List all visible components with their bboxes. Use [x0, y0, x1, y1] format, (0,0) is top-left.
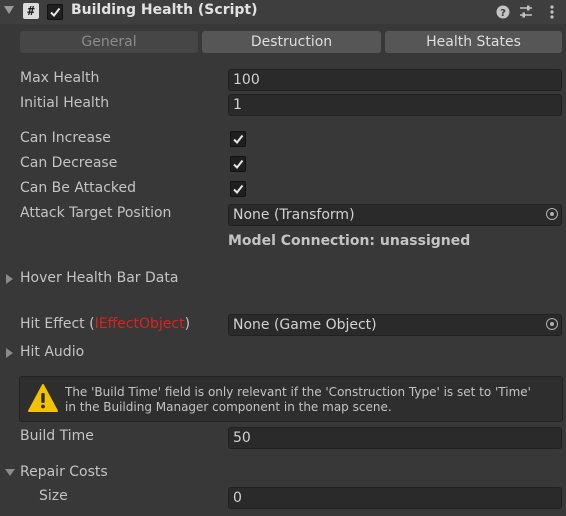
component-header: # Building Health (Script) ? [0, 0, 566, 24]
component-title: Building Health (Script) [71, 2, 258, 18]
max-health-label: Max Health [20, 70, 100, 86]
more-icon[interactable] [544, 4, 560, 20]
object-picker-icon[interactable] [546, 208, 558, 220]
can-be-attacked-checkbox[interactable] [230, 181, 246, 197]
initial-health-label: Initial Health [20, 95, 110, 111]
hit-effect-field[interactable]: None (Game Object) [228, 314, 562, 336]
foldout-collapsed-icon[interactable] [6, 274, 13, 284]
attack-target-position-field[interactable]: None (Transform) [228, 204, 562, 226]
hit-effect-label-prefix: Hit Effect ( [20, 316, 95, 332]
max-health-field[interactable]: 100 [228, 69, 562, 91]
help-message-line: The 'Build Time' field is only relevant … [65, 385, 531, 399]
help-icon[interactable]: ? [495, 4, 511, 20]
help-box: The 'Build Time' field is only relevant … [19, 376, 563, 422]
checkmark-icon [233, 134, 244, 145]
hit-effect-label: Hit Effect (IEffectObject) [20, 316, 190, 332]
tab-destruction[interactable]: Destruction [202, 31, 381, 53]
can-decrease-label: Can Decrease [20, 155, 118, 171]
svg-text:?: ? [500, 8, 506, 19]
initial-health-field[interactable]: 1 [228, 94, 562, 116]
can-increase-label: Can Increase [20, 130, 111, 146]
presets-icon[interactable] [518, 4, 534, 20]
build-time-field[interactable]: 50 [228, 427, 562, 449]
warning-icon [28, 384, 58, 412]
can-decrease-checkbox[interactable] [230, 156, 246, 172]
checkmark-icon [50, 7, 61, 18]
attack-target-position-label: Attack Target Position [20, 205, 172, 221]
size-field[interactable]: 0 [228, 487, 562, 509]
help-message-line: in the Building Manager component in the… [65, 400, 392, 414]
can-increase-checkbox[interactable] [230, 131, 246, 147]
hit-effect-label-suffix: ) [184, 316, 191, 332]
checkmark-icon [233, 159, 244, 170]
component-enabled-checkbox[interactable] [47, 4, 63, 20]
attack-target-position-value: None (Transform) [233, 207, 355, 223]
foldout-expanded-icon[interactable] [5, 469, 15, 476]
hit-effect-value: None (Game Object) [233, 317, 377, 333]
build-time-label: Build Time [20, 428, 94, 444]
foldout-collapsed-icon[interactable] [6, 348, 13, 358]
hit-effect-type-label: IEffectObject [94, 316, 185, 332]
can-be-attacked-label: Can Be Attacked [20, 180, 137, 196]
script-icon: # [23, 3, 39, 19]
size-label: Size [39, 488, 68, 504]
hover-health-bar-data-label[interactable]: Hover Health Bar Data [20, 270, 178, 286]
tab-health-states[interactable]: Health States [385, 31, 562, 53]
foldout-arrow[interactable] [4, 6, 14, 14]
model-connection-status: Model Connection: unassigned [228, 233, 471, 249]
help-message: The 'Build Time' field is only relevant … [65, 385, 531, 415]
checkmark-icon [233, 184, 244, 195]
object-picker-icon[interactable] [546, 318, 558, 330]
hit-audio-label[interactable]: Hit Audio [20, 344, 84, 360]
tab-general[interactable]: General [20, 31, 198, 53]
repair-costs-label[interactable]: Repair Costs [20, 464, 108, 480]
